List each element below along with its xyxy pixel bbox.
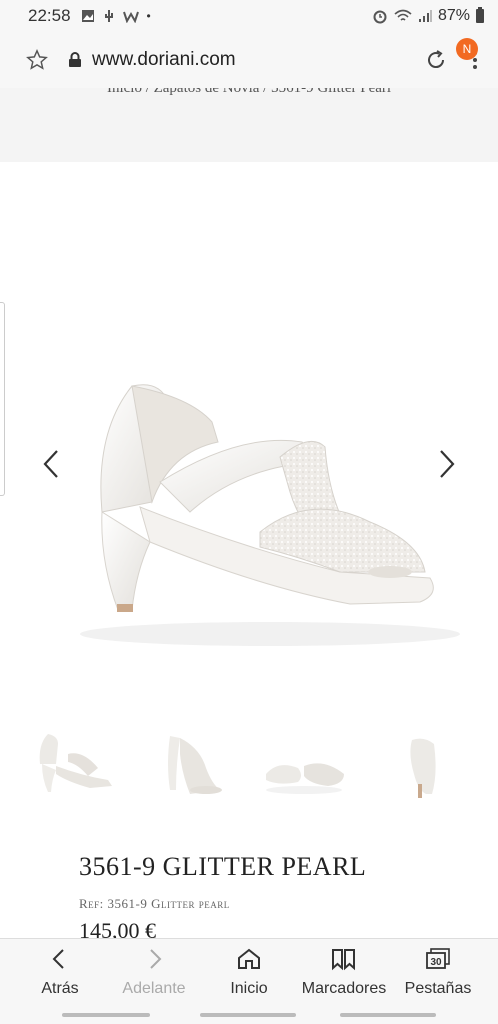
- nav-forward-label: Adelante: [122, 980, 186, 997]
- product-image-slider: [0, 162, 498, 710]
- nav-back-label: Atrás: [41, 980, 79, 997]
- url-text[interactable]: www.doriani.com: [92, 49, 236, 71]
- wifi-icon: [394, 9, 412, 21]
- product-reference: Ref: 3561-9 Glitter pearl: [79, 896, 230, 911]
- app-w-icon: [122, 11, 139, 23]
- battery-percent: 87%: [437, 7, 470, 24]
- battery-icon: [476, 7, 484, 23]
- bookmarks-icon: [332, 949, 355, 971]
- reload-icon[interactable]: [424, 48, 448, 72]
- thumbnail-2[interactable]: [150, 724, 242, 812]
- thumbnail-strip: [0, 724, 498, 816]
- thumbnail-1[interactable]: [28, 724, 120, 812]
- shoe-thumb-front-image: [168, 736, 222, 794]
- forward-icon: [150, 949, 162, 969]
- shoe-thumb-pair-image: [266, 763, 344, 794]
- usb-icon: [104, 10, 113, 22]
- tabs-icon: 30: [426, 948, 450, 969]
- nav-tabs-button[interactable]: 30 Pestañas: [388, 947, 488, 1001]
- back-icon: [52, 949, 64, 969]
- alarm-icon: [373, 10, 387, 24]
- status-bar: 22:58 • 87%: [0, 0, 498, 32]
- thumbnail-4[interactable]: [378, 724, 470, 812]
- nav-forward-button[interactable]: Adelante: [104, 947, 204, 1001]
- signal-icon: [418, 10, 432, 22]
- status-time: 22:58: [28, 6, 71, 25]
- nav-home-button[interactable]: Inicio: [199, 947, 299, 1001]
- tabs-count: 30: [430, 957, 442, 968]
- nav-bookmarks-label: Marcadores: [301, 980, 387, 997]
- thumbnail-3[interactable]: [258, 724, 350, 812]
- breadcrumb-band: Inicio / Zapatos de Novia / 3561-9 Glitt…: [0, 88, 498, 162]
- nav-home-label: Inicio: [230, 980, 268, 997]
- product-title: 3561-9 GLITTER PEARL: [79, 852, 367, 881]
- browser-url-bar: www.doriani.com: [0, 32, 498, 88]
- nav-tabs-label: Pestañas: [404, 980, 472, 997]
- nav-back-button[interactable]: Atrás: [10, 947, 110, 1001]
- home-icon: [238, 948, 260, 969]
- edge-panel-handle[interactable]: [0, 302, 5, 496]
- gesture-bar-center: [200, 1013, 296, 1017]
- shoe-main-image: [80, 384, 460, 646]
- star-icon[interactable]: [26, 49, 48, 71]
- gallery-icon: [81, 10, 94, 22]
- notification-icons: •: [81, 9, 151, 23]
- browser-bottom-nav: Atrás Adelante Inicio Marcadores 30 Pest…: [0, 938, 498, 1024]
- breadcrumb[interactable]: Inicio / Zapatos de Novia / 3561-9 Glitt…: [0, 88, 498, 97]
- gesture-bar-left: [62, 1013, 150, 1017]
- notification-badge: N: [456, 38, 478, 60]
- nav-bookmarks-button[interactable]: Marcadores: [294, 947, 394, 1001]
- shoe-thumb-back-image: [410, 738, 436, 798]
- more-dot-icon: •: [146, 9, 151, 23]
- lock-icon: [69, 52, 81, 67]
- shoe-thumb-side-image: [39, 734, 112, 792]
- gesture-bar-right: [340, 1013, 436, 1017]
